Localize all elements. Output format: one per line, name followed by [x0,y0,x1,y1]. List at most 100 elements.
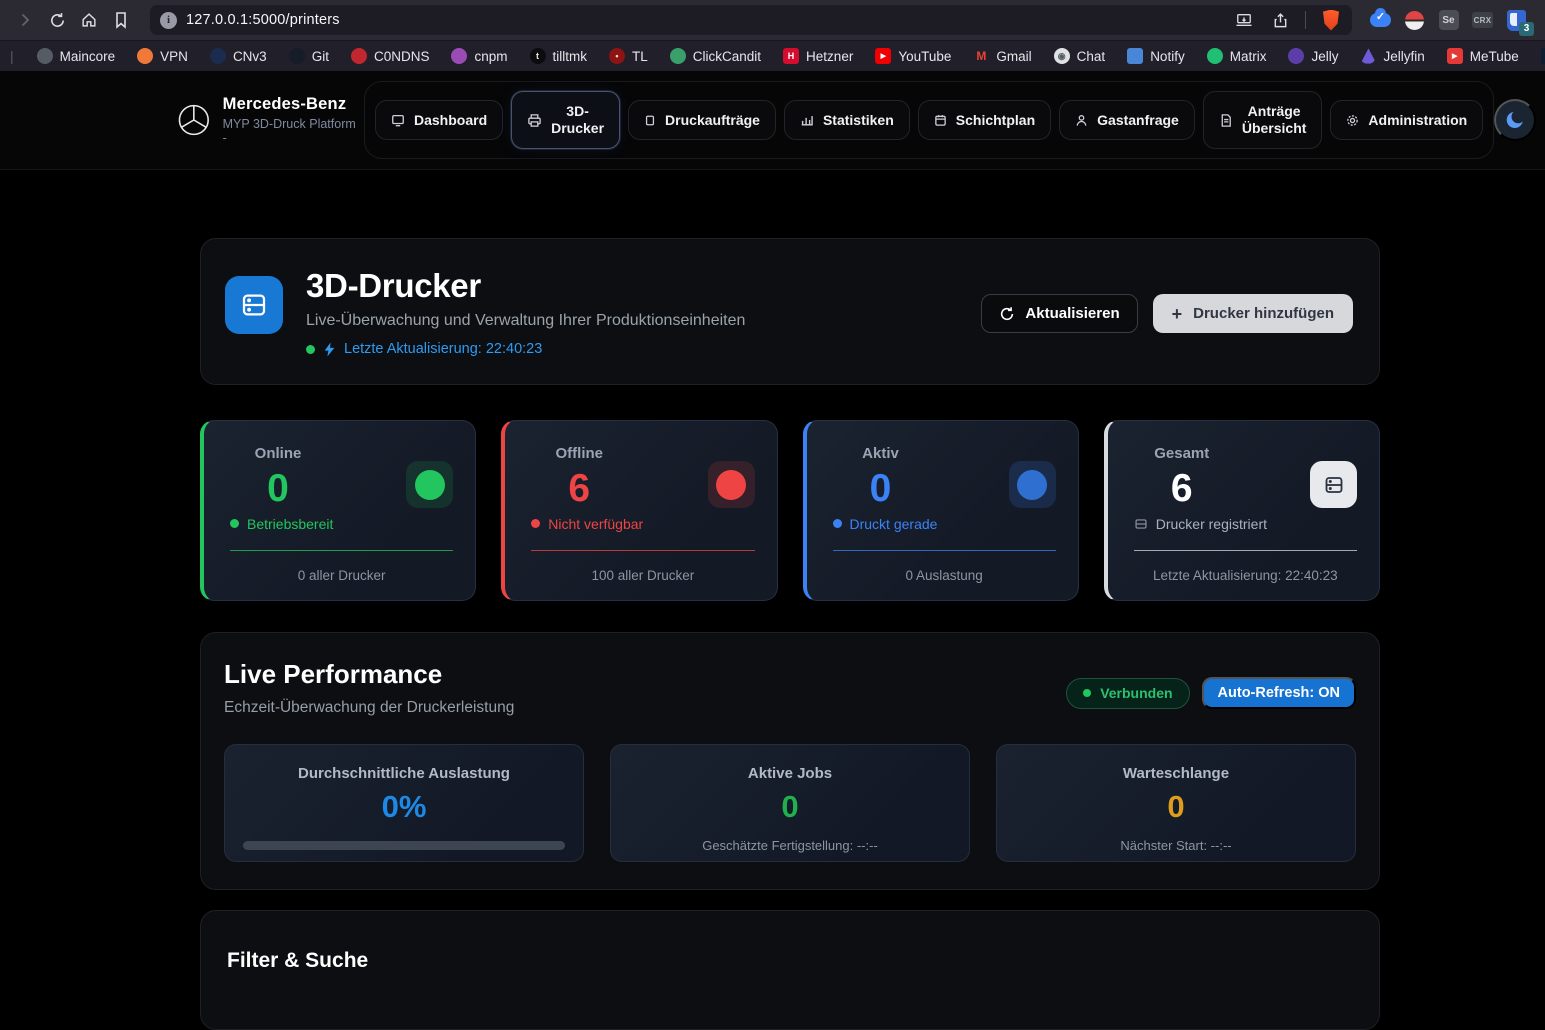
calendar-icon [934,114,947,127]
nav-druckauftraege[interactable]: Druckaufträge [628,100,776,140]
page-subtitle: Live-Überwachung und Verwaltung Ihrer Pr… [306,312,745,330]
bookmark-notify[interactable]: Notify [1116,44,1196,68]
main-nav: Dashboard 3D-Drucker Druckaufträge Stati… [364,81,1494,159]
reload-button[interactable] [42,5,72,35]
nav-3d-drucker[interactable]: 3D-Drucker [511,91,620,149]
gear-icon [1346,114,1359,127]
git-icon [289,48,305,64]
clickcandit-icon [670,48,686,64]
stat-card-aktiv: Aktiv 0 Druckt gerade 0 Auslastung [803,420,1079,601]
nav-antraege-uebersicht[interactable]: Anträge Übersicht [1203,91,1323,149]
bookmark-git[interactable]: Git [278,44,340,68]
bookmark-maincore[interactable]: Maincore [26,44,127,68]
bookmark-cnv3[interactable]: CNv3 [199,44,278,68]
stat-divider [230,550,453,551]
brand-subtitle: MYP 3D-Druck Platform - [223,117,362,145]
extension-password-button[interactable]: 3 [1506,10,1527,31]
raspberry-icon [351,48,367,64]
theme-toggle-button[interactable] [1494,99,1536,141]
metrics-row: Durchschnittliche Auslastung 0% Aktive J… [224,744,1356,862]
matrix-icon [1207,48,1223,64]
job-icon [644,114,656,127]
stat-divider [833,550,1056,551]
bookmark-clickcandit[interactable]: ClickCandit [659,44,772,68]
stat-footer: Letzte Aktualisierung: 22:40:23 [1134,568,1357,583]
brave-shields-button[interactable] [1316,5,1346,35]
brand[interactable]: Mercedes-Benz MYP 3D-Druck Platform - [176,95,362,145]
printers-page-icon [225,276,283,334]
stat-card-gesamt: Gesamt 6 Drucker registriert Letzte Aktu… [1104,420,1380,601]
filter-search-card: Filter & Suche [200,910,1380,1030]
bookmark-c0ndns[interactable]: C0NDNS [340,44,441,68]
stat-footer: 0 aller Drucker [230,568,453,583]
stat-divider [1134,550,1357,551]
browser-toolbar: i 127.0.0.1:5000/printers Se CRX 3 [0,0,1545,40]
extension-selenium-button[interactable]: Se [1438,10,1459,31]
bookmark-jellyfin[interactable]: Jellyfin [1349,44,1435,68]
chat-icon: ◉ [1054,48,1070,64]
nav-gastanfrage[interactable]: Gastanfrage [1059,100,1195,140]
nav-administration[interactable]: Administration [1330,100,1483,140]
bookmark-tilltmk[interactable]: ttilltmk [519,44,599,68]
page-title: 3D-Drucker [306,267,745,305]
person-icon [1075,114,1088,127]
last-update-status: Letzte Aktualisierung: 22:40:23 [306,341,745,357]
reload-icon [49,12,66,29]
bookmark-jelly[interactable]: Jelly [1277,44,1349,68]
extension-badge: 3 [1519,22,1534,36]
extension-crx-button[interactable]: CRX [1472,10,1493,31]
bookmark-hetzner[interactable]: HHetzner [772,44,864,68]
bookmark-metube[interactable]: ▶MeTube [1436,44,1530,68]
send-to-device-button[interactable] [1229,5,1259,35]
bookmark-tl[interactable]: •TL [598,44,659,68]
bookmark-linkwarden[interactable]: ϟLinkwarden [1530,44,1545,68]
cloud-check-icon [1370,13,1391,27]
url-text[interactable]: 127.0.0.1:5000/printers [186,12,1220,28]
nav-dashboard[interactable]: Dashboard [375,100,503,140]
linkwarden-icon: ϟ [1541,48,1545,64]
share-icon [1272,12,1289,29]
bookmark-this-button[interactable] [106,5,136,35]
extension-pokeball-button[interactable] [1404,10,1425,31]
metube-icon: ▶ [1447,48,1463,64]
stat-value: 6 [531,468,627,511]
stat-label: Offline [531,445,627,462]
add-printer-button[interactable]: + Drucker hinzufügen [1153,294,1353,333]
stat-label: Online [230,445,326,462]
refresh-button[interactable]: Aktualisieren [981,294,1137,333]
pokeball-icon [1405,11,1424,30]
connected-dot-icon [1083,689,1091,697]
nav-statistiken[interactable]: Statistiken [784,100,910,140]
app-header: Mercedes-Benz MYP 3D-Druck Platform - Da… [0,71,1545,170]
page-header-card: 3D-Drucker Live-Überwachung und Verwaltu… [200,238,1380,385]
bookmark-chat[interactable]: ◉Chat [1043,44,1117,68]
gmail-icon: M [973,48,989,64]
bookmark-cnpm[interactable]: cnpm [440,44,518,68]
chevron-right-icon [17,12,33,28]
stat-value: 6 [1134,468,1230,511]
selenium-icon: Se [1439,10,1459,30]
auto-refresh-toggle[interactable]: Auto-Refresh: ON [1202,677,1356,709]
bookmark-matrix[interactable]: Matrix [1196,44,1278,68]
site-info-icon[interactable]: i [160,12,177,29]
bookmark-gmail[interactable]: MGmail [962,44,1042,68]
jellyfin-icon [1360,48,1376,64]
brand-name: Mercedes-Benz [223,95,362,114]
forward-button[interactable] [10,5,40,35]
hetzner-icon: H [783,48,799,64]
bookmark-vpn[interactable]: VPN [126,44,199,68]
url-bar[interactable]: i 127.0.0.1:5000/printers [150,5,1352,35]
home-button[interactable] [74,5,104,35]
stat-status: Druckt gerade [833,516,1056,532]
header-actions [1494,99,1545,141]
nav-schichtplan[interactable]: Schichtplan [918,100,1051,140]
stat-footer: 0 Auslastung [833,568,1056,583]
metric-aktive-jobs: Aktive Jobs 0 Geschätzte Fertigstellung:… [610,744,970,862]
bookmarks-bar: | Maincore VPN CNv3 Git C0NDNS cnpm ttil… [0,40,1545,71]
share-button[interactable] [1265,5,1295,35]
extension-cloud-button[interactable] [1370,10,1391,31]
bookmark-youtube[interactable]: ▶YouTube [864,44,962,68]
live-performance-card: Live Performance Echzeit-Überwachung der… [200,632,1380,890]
tilltmk-icon: t [530,48,546,64]
cnv3-icon [210,48,226,64]
